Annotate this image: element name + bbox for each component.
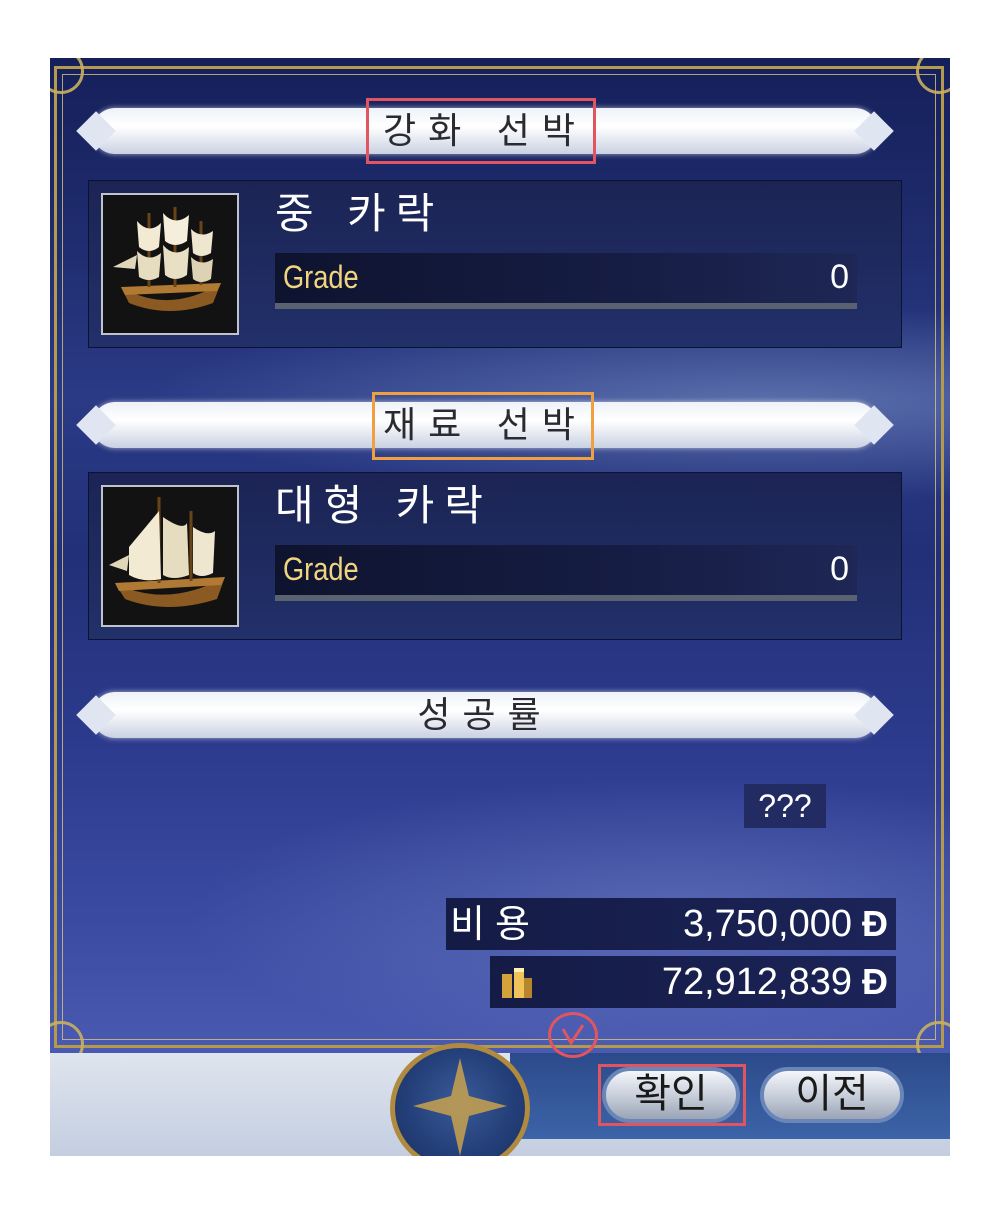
large-carrack-ship-icon [103, 487, 237, 625]
ducat-icon: Đ [862, 961, 888, 1002]
enhance-ship-card[interactable]: 중 카락 Grade 0 [88, 180, 902, 348]
checkmark-annotation-icon [548, 1012, 598, 1058]
grade-label: Grade [283, 551, 359, 587]
enhance-ship-grade-bar: Grade 0 [275, 253, 857, 309]
enhance-ship-name: 중 카락 [275, 189, 445, 238]
bottom-button-bar: 확인 이전 [50, 1043, 950, 1156]
star-emblem-icon [413, 1058, 507, 1156]
material-ship-grade-bar: Grade 0 [275, 545, 857, 601]
success-rate-value: ??? [744, 784, 826, 828]
success-rate-title: 성공률 [417, 695, 553, 736]
ship-portrait [101, 193, 239, 335]
confirm-button-highlight [598, 1064, 746, 1126]
grade-value: 0 [830, 550, 849, 588]
wallet-amount: 72,912,839 [661, 961, 852, 1003]
carrack-ship-icon [103, 195, 237, 333]
enhance-panel: 강화 선박 중 카락 Grade 0 재료 선박 대형 카락 Grade 0 성… [50, 58, 950, 1067]
check-icon [561, 1024, 585, 1046]
wallet-row: 72,912,839 Đ [490, 956, 896, 1008]
ducat-icon: Đ [862, 903, 888, 944]
material-ship-card[interactable]: 대형 카락 Grade 0 [88, 472, 902, 640]
gold-bars-icon [502, 968, 532, 998]
grade-label: Grade [283, 259, 359, 295]
ship-enhance-window: 강화 선박 중 카락 Grade 0 재료 선박 대형 카락 Grade 0 성… [50, 58, 950, 1156]
cost-row: 비용 3,750,000 Đ [446, 898, 896, 950]
enhance-title-highlight [366, 98, 596, 164]
grade-value: 0 [830, 258, 849, 296]
cost-label: 비용 [450, 902, 540, 946]
cost-amount: 3,750,000 [682, 903, 852, 945]
material-title-highlight [372, 392, 594, 460]
previous-button[interactable]: 이전 [760, 1067, 904, 1123]
material-ship-name: 대형 카락 [275, 481, 493, 530]
success-rate-banner: 성공률 [92, 692, 878, 738]
ship-portrait [101, 485, 239, 627]
compass-emblem-icon [390, 1043, 530, 1156]
